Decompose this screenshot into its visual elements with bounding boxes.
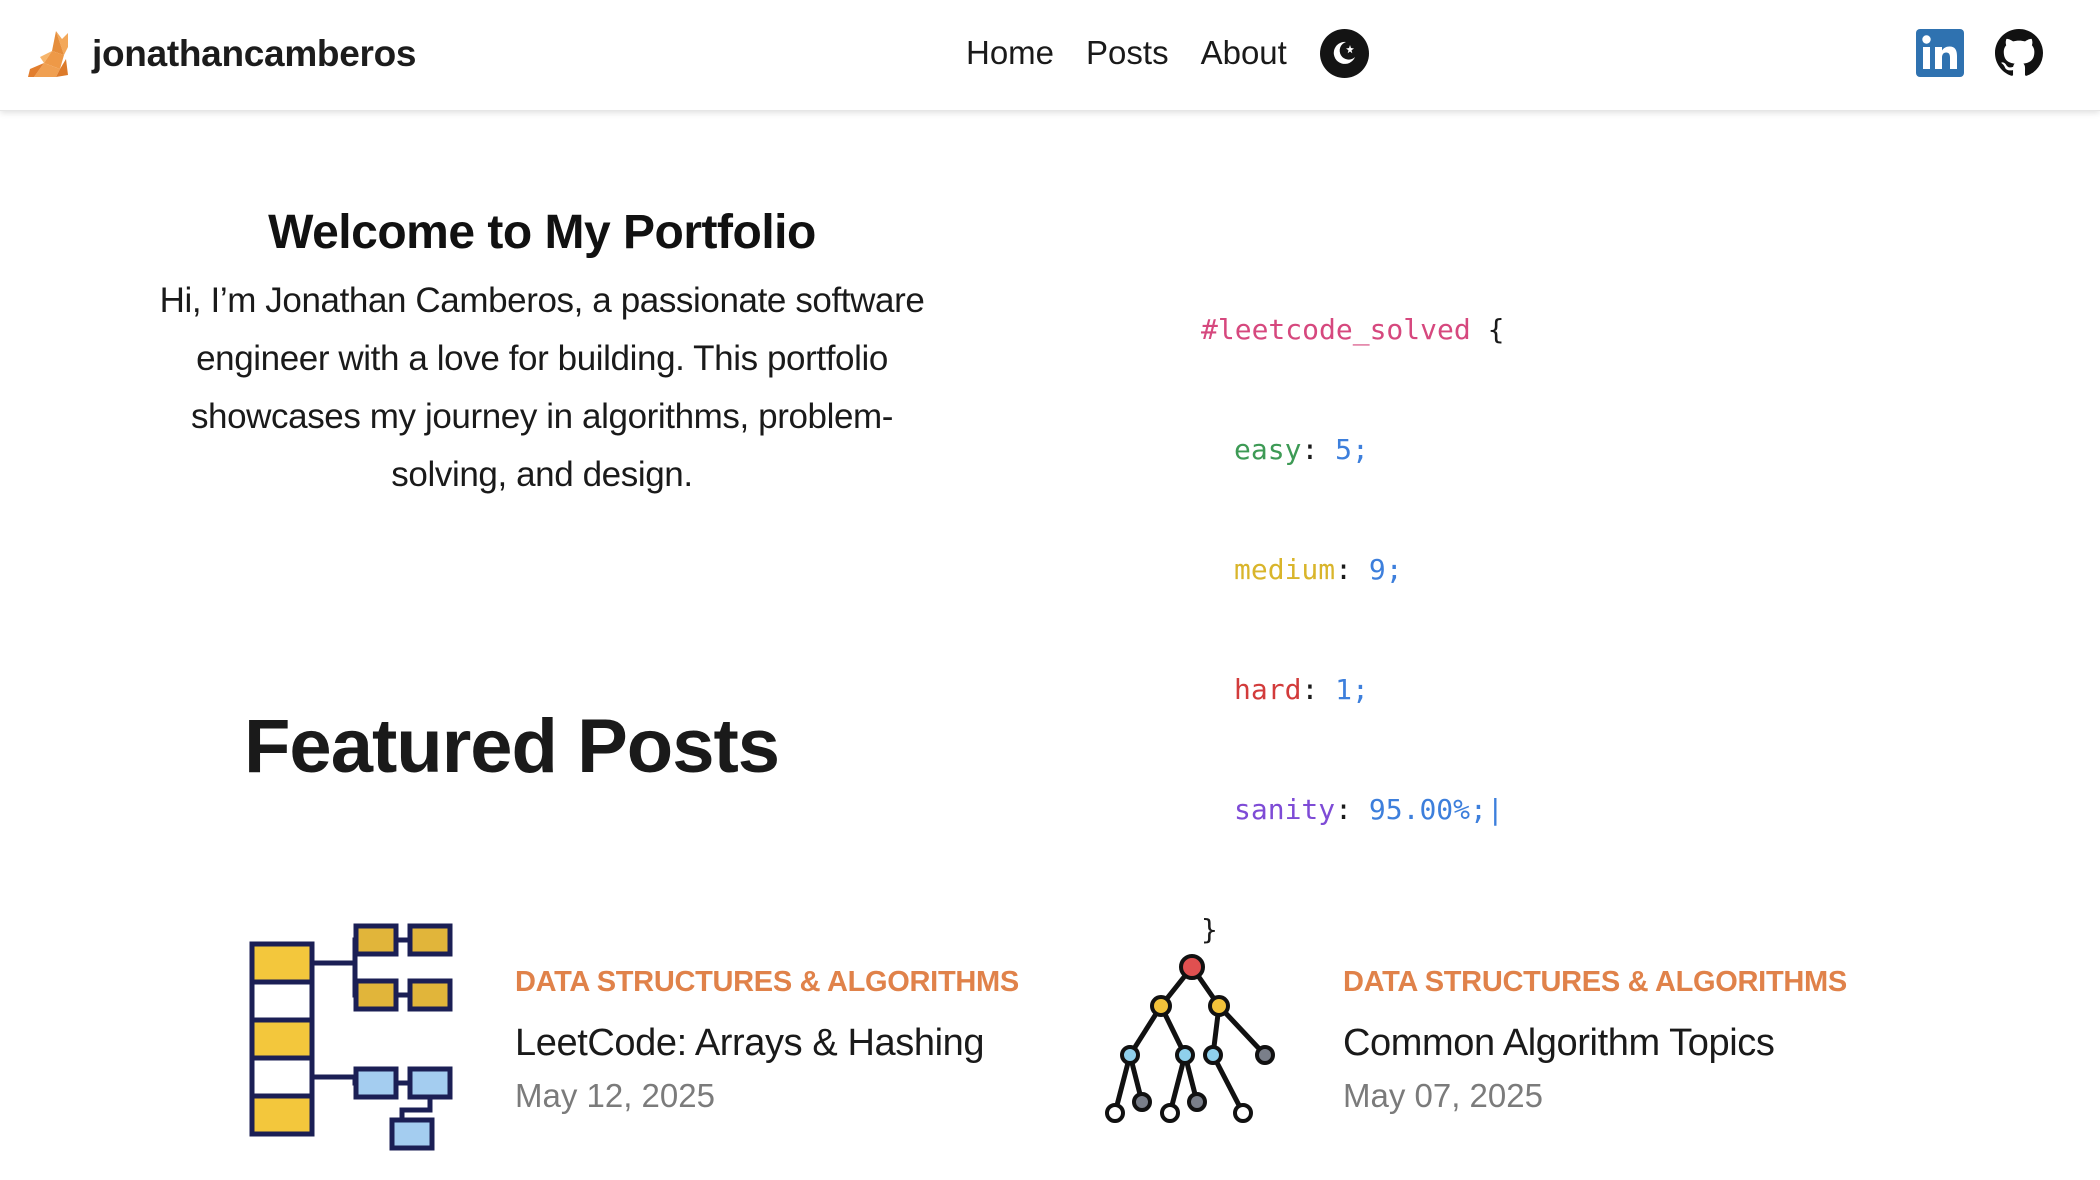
nav-about[interactable]: About: [1201, 30, 1287, 76]
code-key-medium: medium: [1234, 553, 1336, 586]
code-cursor: |: [1486, 793, 1504, 826]
fox-logo-icon: [28, 31, 68, 77]
leetcode-code-block: #leetcode_solved { easy: 5; medium: 9; h…: [1201, 313, 1505, 946]
nav-home[interactable]: Home: [966, 30, 1054, 76]
code-value-easy: 5;: [1335, 433, 1369, 466]
theme-toggle-button[interactable]: [1319, 28, 1369, 78]
moon-star-icon: [1334, 41, 1356, 64]
code-value-medium: 9;: [1368, 553, 1403, 586]
post-category[interactable]: DATA STRUCTURES & ALGORITHMS: [1343, 962, 1847, 1002]
site-header: jonathancamberos Home Posts About: [0, 0, 2100, 111]
post-date: May 07, 2025: [1343, 1077, 1543, 1114]
nav-posts[interactable]: Posts: [1086, 30, 1169, 76]
post-info: DATA STRUCTURES & ALGORITHMS LeetCode: A…: [515, 962, 1019, 1118]
hero-intro-text: Hi, I’m Jonathan Camberos, a passionate …: [159, 281, 925, 494]
code-key-easy: easy: [1234, 433, 1302, 466]
linkedin-icon: [1916, 29, 1964, 77]
tree-graph-icon: [1105, 954, 1275, 1123]
hash-table-icon: [249, 923, 453, 1151]
featured-posts-heading: Featured Posts: [244, 704, 780, 789]
main-nav: Home Posts About: [966, 28, 1369, 78]
code-value-hard: 1;: [1335, 673, 1369, 706]
post-info: DATA STRUCTURES & ALGORITHMS Common Algo…: [1343, 962, 1847, 1118]
github-icon: [1995, 29, 2043, 76]
brand-home-link[interactable]: jonathancamberos: [26, 24, 416, 84]
code-value-sanity: 95.00%;: [1368, 793, 1487, 826]
brand-name: jonathancamberos: [92, 33, 417, 74]
linkedin-link[interactable]: [1916, 28, 1964, 78]
code-key-hard: hard: [1234, 673, 1302, 706]
code-open-brace: {: [1487, 313, 1505, 346]
post-date: May 12, 2025: [515, 1077, 715, 1114]
post-title[interactable]: LeetCode: Arrays & Hashing: [515, 1020, 1019, 1066]
post-category[interactable]: DATA STRUCTURES & ALGORITHMS: [515, 962, 1019, 1002]
code-selector: #leetcode_solved: [1201, 313, 1471, 346]
hero-title: Welcome to My Portfolio: [268, 206, 816, 259]
code-key-sanity: sanity: [1234, 793, 1336, 826]
github-link[interactable]: [1995, 28, 2043, 78]
post-title[interactable]: Common Algorithm Topics: [1343, 1020, 1847, 1066]
